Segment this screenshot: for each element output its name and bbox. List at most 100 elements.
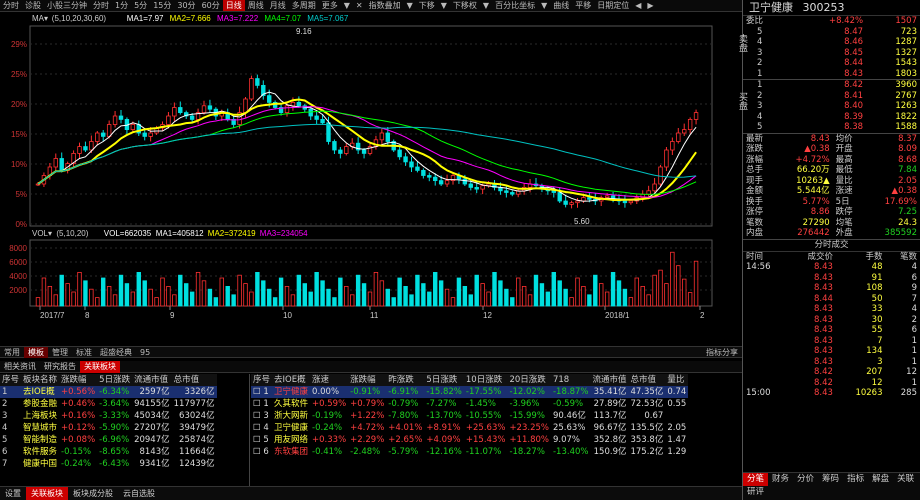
table-row[interactable]: ☐ 3 浙大网新 -0.19% +1.22% -7.80% -13.70% -10.55% -…: [251, 410, 688, 422]
quote-tab[interactable]: 分价: [793, 473, 818, 486]
toolbar-item[interactable]: 曲线: [550, 0, 572, 11]
bottom-tab[interactable]: 设置: [0, 487, 26, 500]
template-tab[interactable]: 模板: [24, 347, 48, 358]
row-checkbox[interactable]: ☐: [253, 423, 261, 433]
row-checkbox[interactable]: ☐: [253, 447, 261, 457]
toolbar-item[interactable]: 小股三分钟: [44, 0, 90, 11]
column-header[interactable]: 总市值: [628, 374, 666, 386]
quote-tab[interactable]: 财务: [768, 473, 793, 486]
toolbar-item[interactable]: 多周期: [289, 0, 319, 11]
toolbar-item[interactable]: ▼: [438, 0, 450, 11]
panel-tab[interactable]: 相关资讯: [0, 361, 40, 373]
toolbar-item[interactable]: 1分: [112, 0, 131, 11]
toolbar-item[interactable]: 日期定位: [594, 0, 632, 11]
panel-tab[interactable]: 关联板块: [80, 361, 120, 373]
column-header[interactable]: 涨速: [310, 374, 349, 386]
quote-tab[interactable]: 指标: [843, 473, 868, 486]
row-checkbox[interactable]: ☐: [253, 411, 261, 421]
column-header[interactable]: 量比: [665, 374, 689, 386]
column-header[interactable]: 序号: [0, 374, 22, 386]
toolbar-item[interactable]: 60分: [199, 0, 223, 11]
table-row[interactable]: 2 参股金融 +0.46% -3.64% 94155亿 117977亿: [0, 398, 217, 410]
quote-tab[interactable]: 解盘: [868, 473, 893, 486]
candlestick-chart[interactable]: MA▾ (5,10,20,30,60) MA1=7.97 MA2=7.666 MA3=7…: [0, 12, 742, 346]
bottom-tab[interactable]: 板块成分股: [68, 487, 118, 500]
bottom-tab[interactable]: 云自选股: [118, 487, 160, 500]
row-checkbox[interactable]: ☐: [253, 435, 261, 445]
toolbar-item[interactable]: ▼: [480, 0, 492, 11]
template-tab[interactable]: 超盛经典: [96, 347, 136, 358]
column-header[interactable]: 去IOE概: [272, 374, 311, 386]
column-header[interactable]: 流通市值: [590, 374, 629, 386]
ask-row[interactable]: 5 8.47 723: [743, 27, 920, 38]
table-row[interactable]: ☐ 4 卫宁健康 -0.24% +4.72% +4.01% +8.91% +25.63% +2…: [251, 422, 688, 434]
ask-row[interactable]: 1 8.43 1803: [743, 69, 920, 80]
table-row[interactable]: ☐ 1 卫宁健康 0.00% -0.91% -6.91% -15.82% -17.55% -1…: [251, 386, 689, 398]
toolbar-item[interactable]: 百分比坐标: [492, 0, 538, 11]
quote-tab[interactable]: 研评: [743, 486, 768, 499]
table-row[interactable]: 5 智能制造 +0.08% -6.96% 20947亿 25874亿: [0, 434, 217, 446]
toolbar-item[interactable]: ▼: [341, 0, 353, 11]
table-row[interactable]: 6 软件服务 -0.15% -8.65% 8143亿 11664亿: [0, 446, 217, 458]
quote-tab[interactable]: 关联: [893, 473, 918, 486]
toolbar-item[interactable]: 日线: [222, 0, 245, 11]
column-header[interactable]: 流通市值: [132, 374, 172, 386]
table-row[interactable]: ☐ 1 久其软件 +0.59% +0.79% -0.79% -7.27% -1.45% -3.…: [251, 398, 688, 410]
quote-tab[interactable]: 分笔: [743, 473, 769, 486]
row-checkbox[interactable]: ☐: [253, 399, 261, 409]
toolbar-item[interactable]: 指数叠加: [366, 0, 404, 11]
column-header[interactable]: 5日涨跌: [424, 374, 464, 386]
ask-row[interactable]: 2 8.44 1543: [743, 58, 920, 69]
bid-row[interactable]: 3 8.40 1263: [743, 101, 920, 112]
toolbar-item[interactable]: 下移权: [450, 0, 480, 11]
ask-row[interactable]: 4 8.46 1287: [743, 37, 920, 48]
column-header[interactable]: 昨涨跌: [386, 374, 425, 386]
toolbar-item[interactable]: 更多: [319, 0, 341, 11]
template-tab[interactable]: 常用: [0, 347, 24, 358]
toolbar-item[interactable]: 30分: [174, 0, 198, 11]
toolbar-item[interactable]: 下移: [416, 0, 438, 11]
column-header[interactable]: 20日涨跌: [507, 374, 551, 386]
bid-row[interactable]: 1 8.42 3960: [743, 79, 920, 91]
quote-tab[interactable]: 筹码: [818, 473, 843, 486]
toolbar-item[interactable]: 月线: [267, 0, 289, 11]
indicator-share-button[interactable]: 指标分享: [702, 347, 742, 358]
toolbar-item[interactable]: ▶: [644, 0, 656, 11]
table-row[interactable]: 3 上海板块 +0.16% -3.33% 45034亿 63024亿: [0, 410, 217, 422]
ask-row[interactable]: 3 8.45 1327: [743, 48, 920, 59]
template-tab[interactable]: 95: [136, 347, 154, 358]
column-header[interactable]: 涨跌幅: [348, 374, 387, 386]
table-row[interactable]: 4 智慧城市 +0.12% -5.90% 27207亿 39479亿: [0, 422, 217, 434]
table-row[interactable]: ☐ 5 用友网络 +0.33% +2.29% +2.65% +4.09% +15.43% +1…: [251, 434, 688, 446]
table-row[interactable]: 1 去IOE概 +0.56% -6.34% 2597亿 3326亿: [0, 386, 217, 398]
bid-row[interactable]: 4 8.39 1822: [743, 112, 920, 123]
toolbar-item[interactable]: ▼: [404, 0, 416, 11]
panel-tab[interactable]: 研究报告: [40, 361, 80, 373]
column-header[interactable]: 板块名称: [21, 374, 60, 386]
column-header[interactable]: 5日涨跌: [97, 374, 133, 386]
table-row[interactable]: 7 健康中国 -0.24% -6.43% 9341亿 12439亿: [0, 458, 217, 470]
column-header[interactable]: 10日涨跌: [463, 374, 508, 386]
bid-row[interactable]: 2 8.41 2767: [743, 91, 920, 102]
bid-row[interactable]: 5 8.38 1588: [743, 122, 920, 133]
template-tab[interactable]: 管理: [48, 347, 72, 358]
toolbar-item[interactable]: 诊股: [22, 0, 44, 11]
toolbar-item[interactable]: 周线: [245, 0, 267, 11]
toolbar-item[interactable]: 分时: [0, 0, 22, 11]
column-header[interactable]: 718: [550, 374, 591, 386]
toolbar-item[interactable]: ✕: [353, 0, 366, 11]
column-header[interactable]: 总市值: [171, 374, 217, 386]
volume-bar: [355, 274, 361, 307]
row-checkbox[interactable]: ☐: [253, 387, 261, 397]
table-row[interactable]: ☐ 6 东软集团 -0.41% -2.48% -5.79% -12.16% -11.07% -…: [251, 446, 688, 458]
toolbar-item[interactable]: 15分: [150, 0, 174, 11]
column-header[interactable]: 涨跌幅: [59, 374, 98, 386]
toolbar-item[interactable]: 分时: [90, 0, 112, 11]
toolbar-item[interactable]: ◀: [632, 0, 644, 11]
toolbar-item[interactable]: 平移: [572, 0, 594, 11]
bottom-tab[interactable]: 关联板块: [26, 487, 68, 500]
template-tab[interactable]: 标准: [72, 347, 96, 358]
toolbar-item[interactable]: 5分: [131, 0, 150, 11]
toolbar-item[interactable]: ▼: [538, 0, 550, 11]
column-header[interactable]: 序号: [251, 374, 273, 386]
